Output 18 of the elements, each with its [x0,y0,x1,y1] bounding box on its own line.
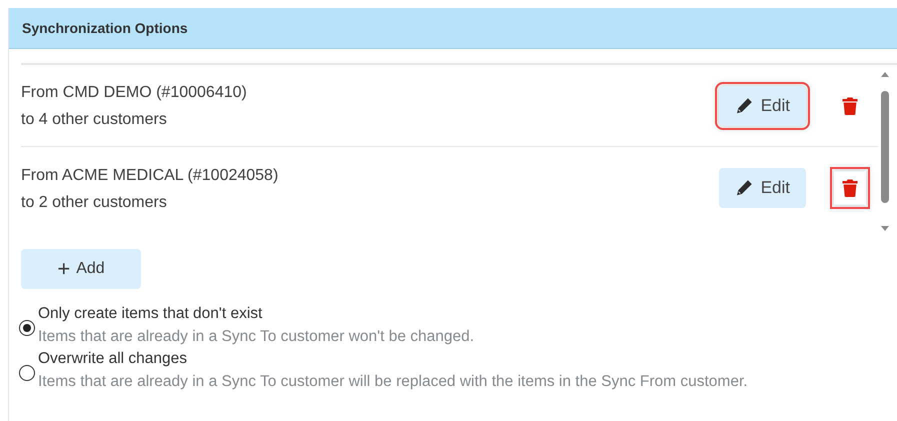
option-description: Items that are already in a Sync To customer will be replaced with the items in the Sync From customer. [38,373,748,391]
panel-header: Synchronization Options [9,8,897,49]
option-description: Items that are already in a Sync To customer won't be changed. [38,328,474,346]
trash-icon [842,179,858,197]
sync-source: From ACME MEDICAL (#10024058) [21,166,280,184]
trash-icon [842,96,858,114]
option-label: Overwrite all changes [38,350,188,368]
add-button[interactable]: + Add [21,249,141,289]
option-label: Only create items that don't exist [38,305,264,323]
radio-button[interactable] [19,364,35,380]
pencil-icon [734,179,753,197]
edit-button[interactable]: Edit [718,86,806,126]
radio-button[interactable] [19,320,35,336]
sync-source: From CMD DEMO (#10006410) [21,84,248,102]
sync-targets: to 2 other customers [21,194,168,212]
pencil-icon [734,96,753,114]
edit-button[interactable]: Edit [718,168,806,208]
sync-targets: to 4 other customers [21,111,168,129]
